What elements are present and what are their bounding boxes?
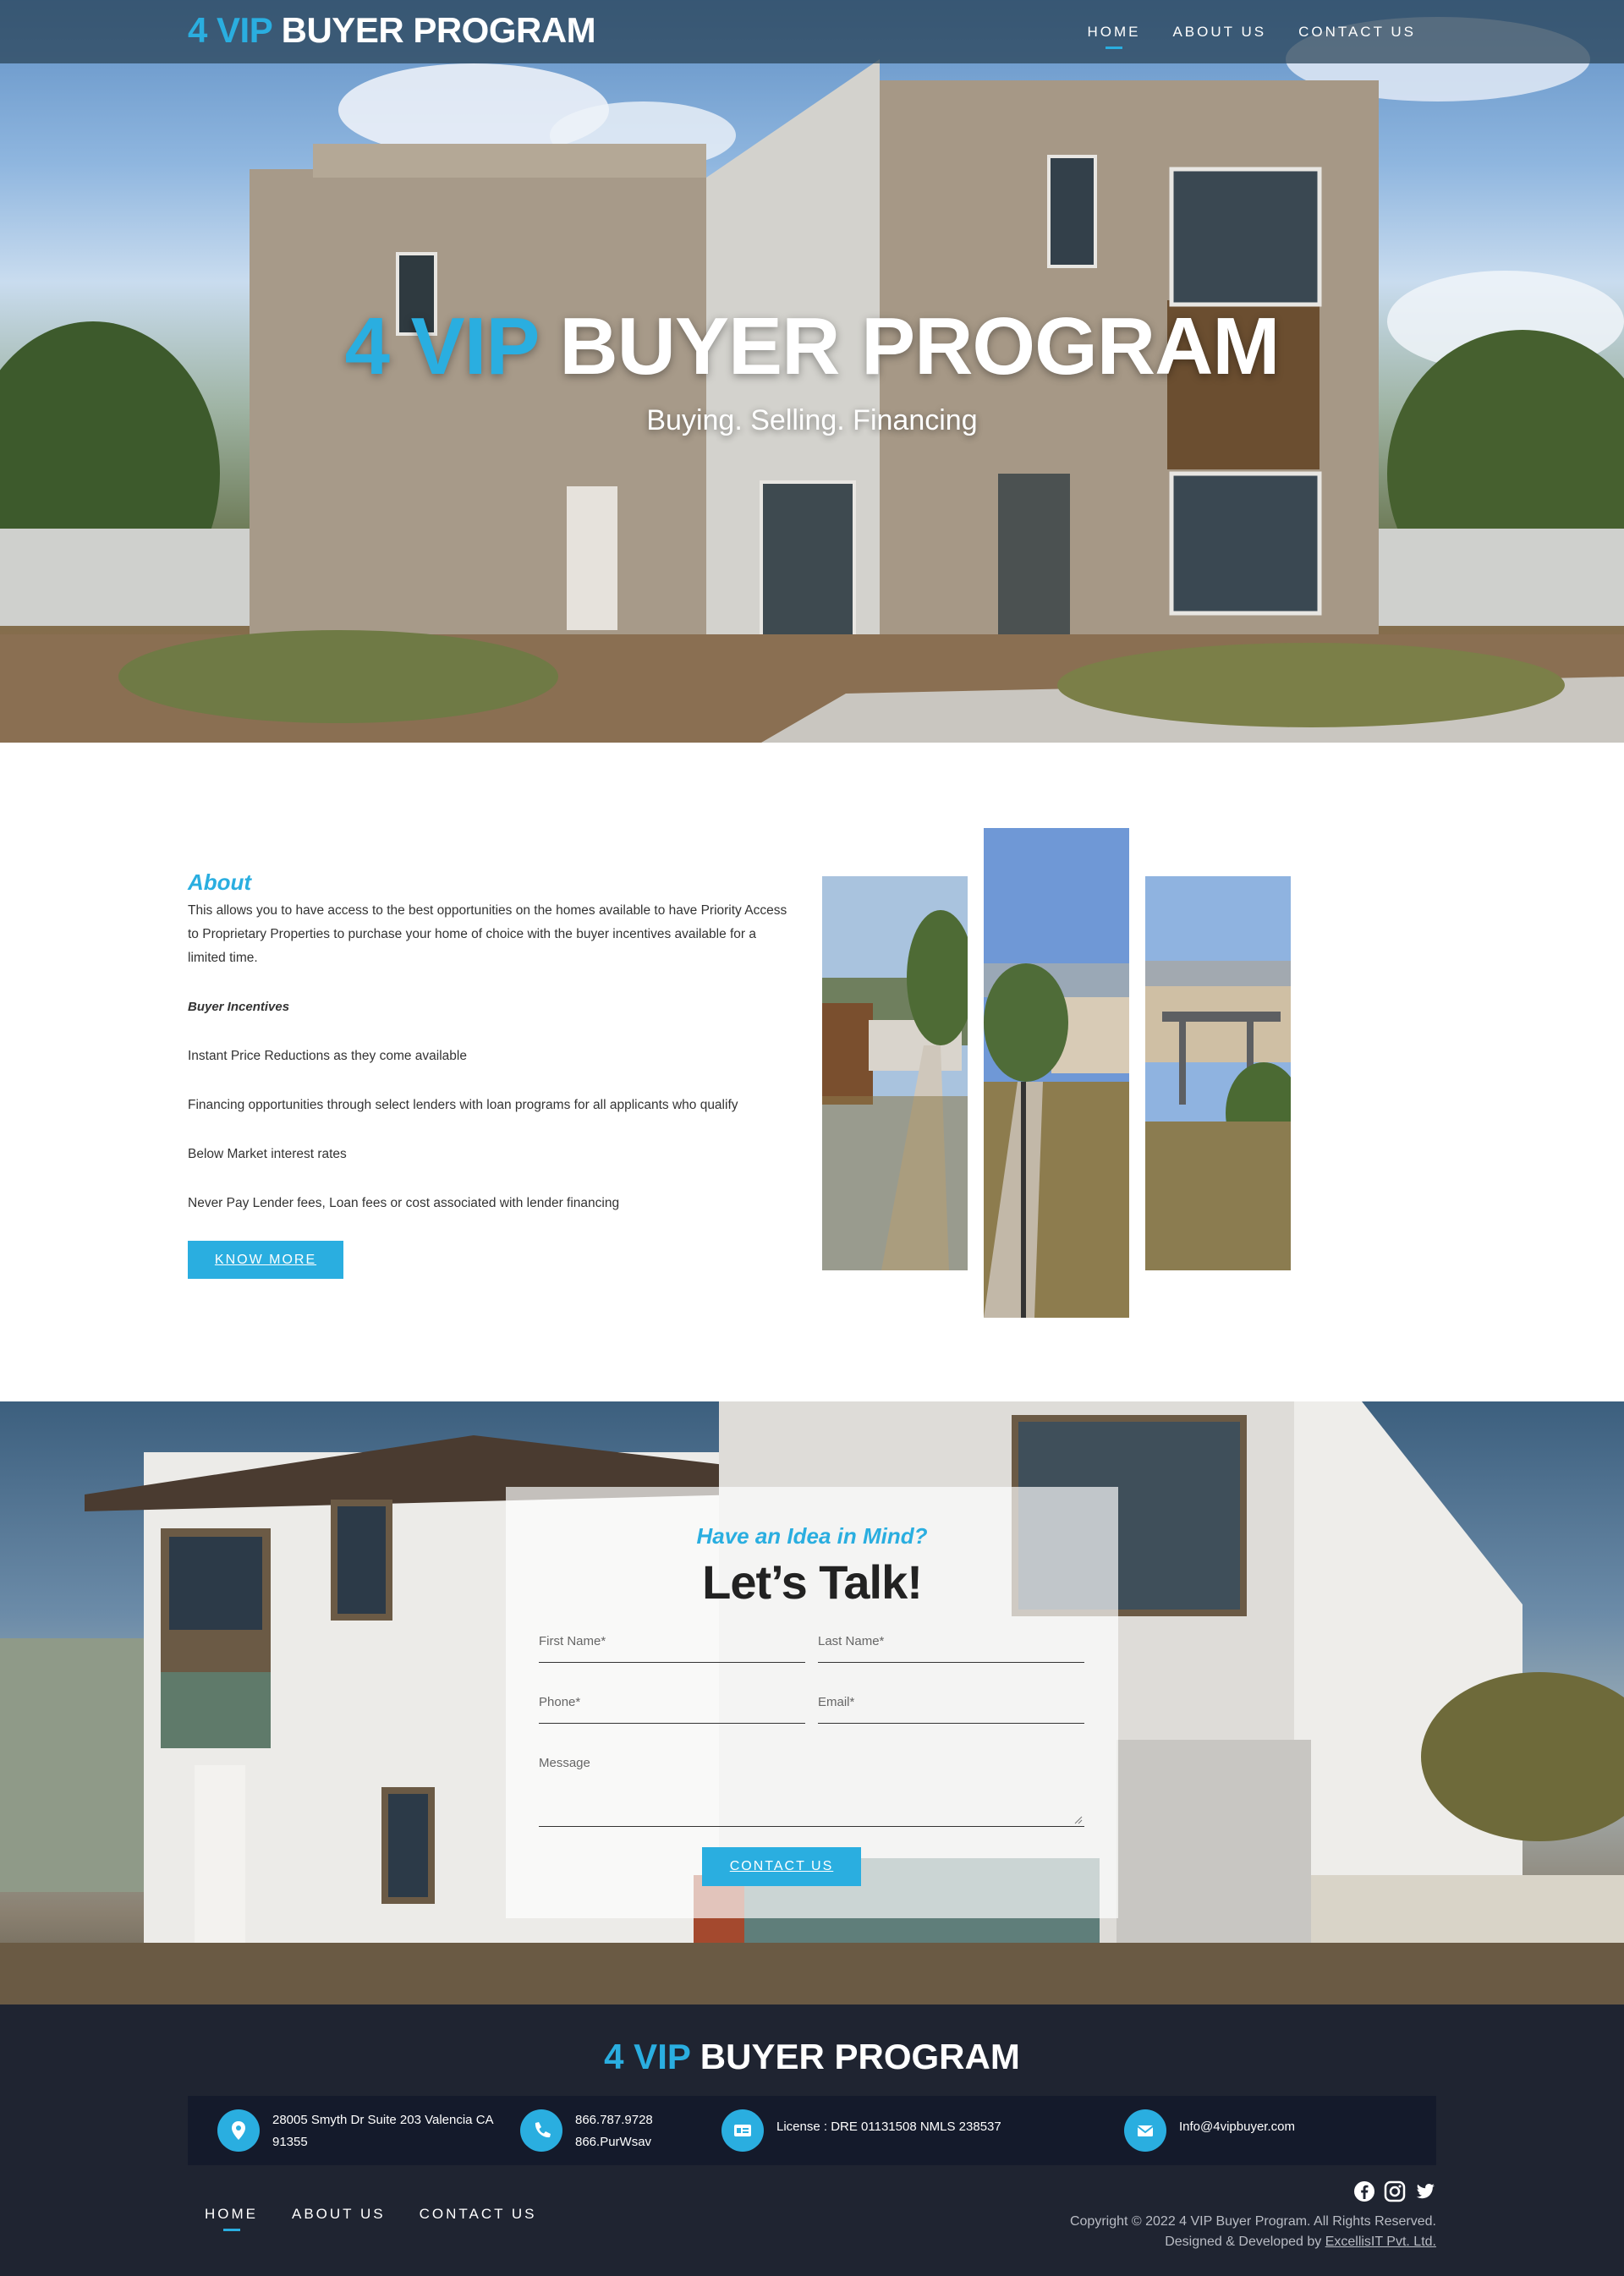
designed-by: Designed & Developed by ExcellisIT Pvt. … (1070, 2232, 1436, 2252)
footer-nav-home[interactable]: HOME (205, 2206, 258, 2231)
message-field[interactable]: Message (539, 1752, 1084, 1827)
footer-license: License : DRE 01131508 NMLS 238537 (776, 2120, 1001, 2134)
footer-nav: HOME ABOUT US CONTACT US (205, 2206, 537, 2231)
designed-by-label: Designed & Developed by (1165, 2235, 1322, 2249)
designer-link[interactable]: ExcellisIT Pvt. Ltd. (1325, 2235, 1436, 2249)
footer-phones: 866.787.9728 866.PurWsav (575, 2109, 744, 2153)
id-card-icon (721, 2109, 764, 2152)
footer-logo[interactable]: 4 VIP BUYER PROGRAM (0, 2037, 1624, 2077)
facebook-icon[interactable] (1353, 2180, 1375, 2202)
gallery-image-right (1145, 876, 1291, 1270)
hero-subtitle: Buying. Selling. Financing (646, 404, 978, 436)
mail-icon (1124, 2109, 1166, 2152)
instagram-icon[interactable] (1384, 2180, 1406, 2202)
map-pin-icon (217, 2109, 260, 2152)
nav-home[interactable]: HOME (1087, 24, 1140, 49)
contact-us-button[interactable]: CONTACT US (702, 1847, 861, 1886)
hero-title-text: BUYER PROGRAM (559, 301, 1280, 392)
phone-placeholder: Phone* (539, 1695, 581, 1709)
about-intro: This allows you to have access to the be… (188, 903, 787, 965)
hero-title: 4 VIP BUYER PROGRAM (0, 300, 1624, 393)
last-name-field[interactable]: Last Name* (818, 1631, 1084, 1663)
copyright-text: Copyright © 2022 4 VIP Buyer Program. Al… (1069, 2214, 1436, 2229)
footer-phone-2: 866.PurWsav (575, 2135, 652, 2149)
twitter-icon[interactable] (1414, 2180, 1436, 2202)
contact-title: Let’s Talk! (702, 1555, 923, 1609)
footer-phone-1: 866.787.9728 (575, 2113, 653, 2127)
site-logo[interactable]: 4 VIP BUYER PROGRAM (188, 10, 596, 51)
phone-field[interactable]: Phone* (539, 1692, 805, 1724)
last-name-placeholder: Last Name* (818, 1634, 885, 1648)
first-name-field[interactable]: First Name* (539, 1631, 805, 1663)
hero-section: 4 VIP BUYER PROGRAM Buying. Selling. Fin… (0, 0, 1624, 743)
nav-about-us[interactable]: ABOUT US (1172, 24, 1266, 41)
footer-nav-about-us[interactable]: ABOUT US (292, 2206, 386, 2223)
first-name-placeholder: First Name* (539, 1634, 606, 1648)
copyright-block: Copyright © 2022 4 VIP Buyer Program. Al… (1070, 2212, 1436, 2252)
footer-email[interactable]: Info@4vipbuyer.com (1179, 2120, 1295, 2135)
incentive-item: Below Market interest rates (188, 1147, 347, 1161)
footer-logo-accent: 4 VIP (604, 2037, 691, 2076)
footer-info-bar: 28005 Smyth Dr Suite 203 Valencia CA 913… (188, 2096, 1436, 2165)
social-links (1353, 2180, 1436, 2202)
incentive-item: Never Pay Lender fees, Loan fees or cost… (188, 1196, 620, 1210)
incentive-item: Financing opportunities through select l… (188, 1098, 738, 1112)
email-placeholder: Email* (818, 1695, 855, 1709)
know-more-button[interactable]: KNOW MORE (188, 1241, 343, 1279)
main-nav: HOME ABOUT US CONTACT US (1087, 0, 1416, 63)
logo-text: BUYER PROGRAM (281, 10, 596, 50)
logo-accent: 4 VIP (188, 10, 272, 50)
buyer-incentives-heading: Buyer Incentives (188, 1000, 290, 1014)
top-navbar: 4 VIP BUYER PROGRAM HOME ABOUT US CONTAC… (0, 0, 1624, 63)
about-heading: About (188, 869, 252, 895)
incentive-item: Instant Price Reductions as they come av… (188, 1049, 467, 1063)
footer-address: 28005 Smyth Dr Suite 203 Valencia CA 913… (272, 2113, 493, 2149)
hero-title-accent: 4 VIP (344, 301, 539, 392)
nav-contact-us[interactable]: CONTACT US (1298, 24, 1416, 41)
email-field[interactable]: Email* (818, 1692, 1084, 1724)
contact-eyebrow: Have an Idea in Mind? (696, 1523, 928, 1549)
gallery-image-center (984, 828, 1129, 1318)
about-section: About This allows you to have access to … (188, 869, 797, 1241)
gallery-image-left (822, 876, 968, 1270)
resize-handle-icon[interactable] (1074, 1816, 1083, 1824)
message-placeholder: Message (539, 1756, 590, 1770)
footer-nav-contact-us[interactable]: CONTACT US (420, 2206, 537, 2223)
footer-logo-text: BUYER PROGRAM (700, 2037, 1020, 2076)
phone-icon (520, 2109, 562, 2152)
